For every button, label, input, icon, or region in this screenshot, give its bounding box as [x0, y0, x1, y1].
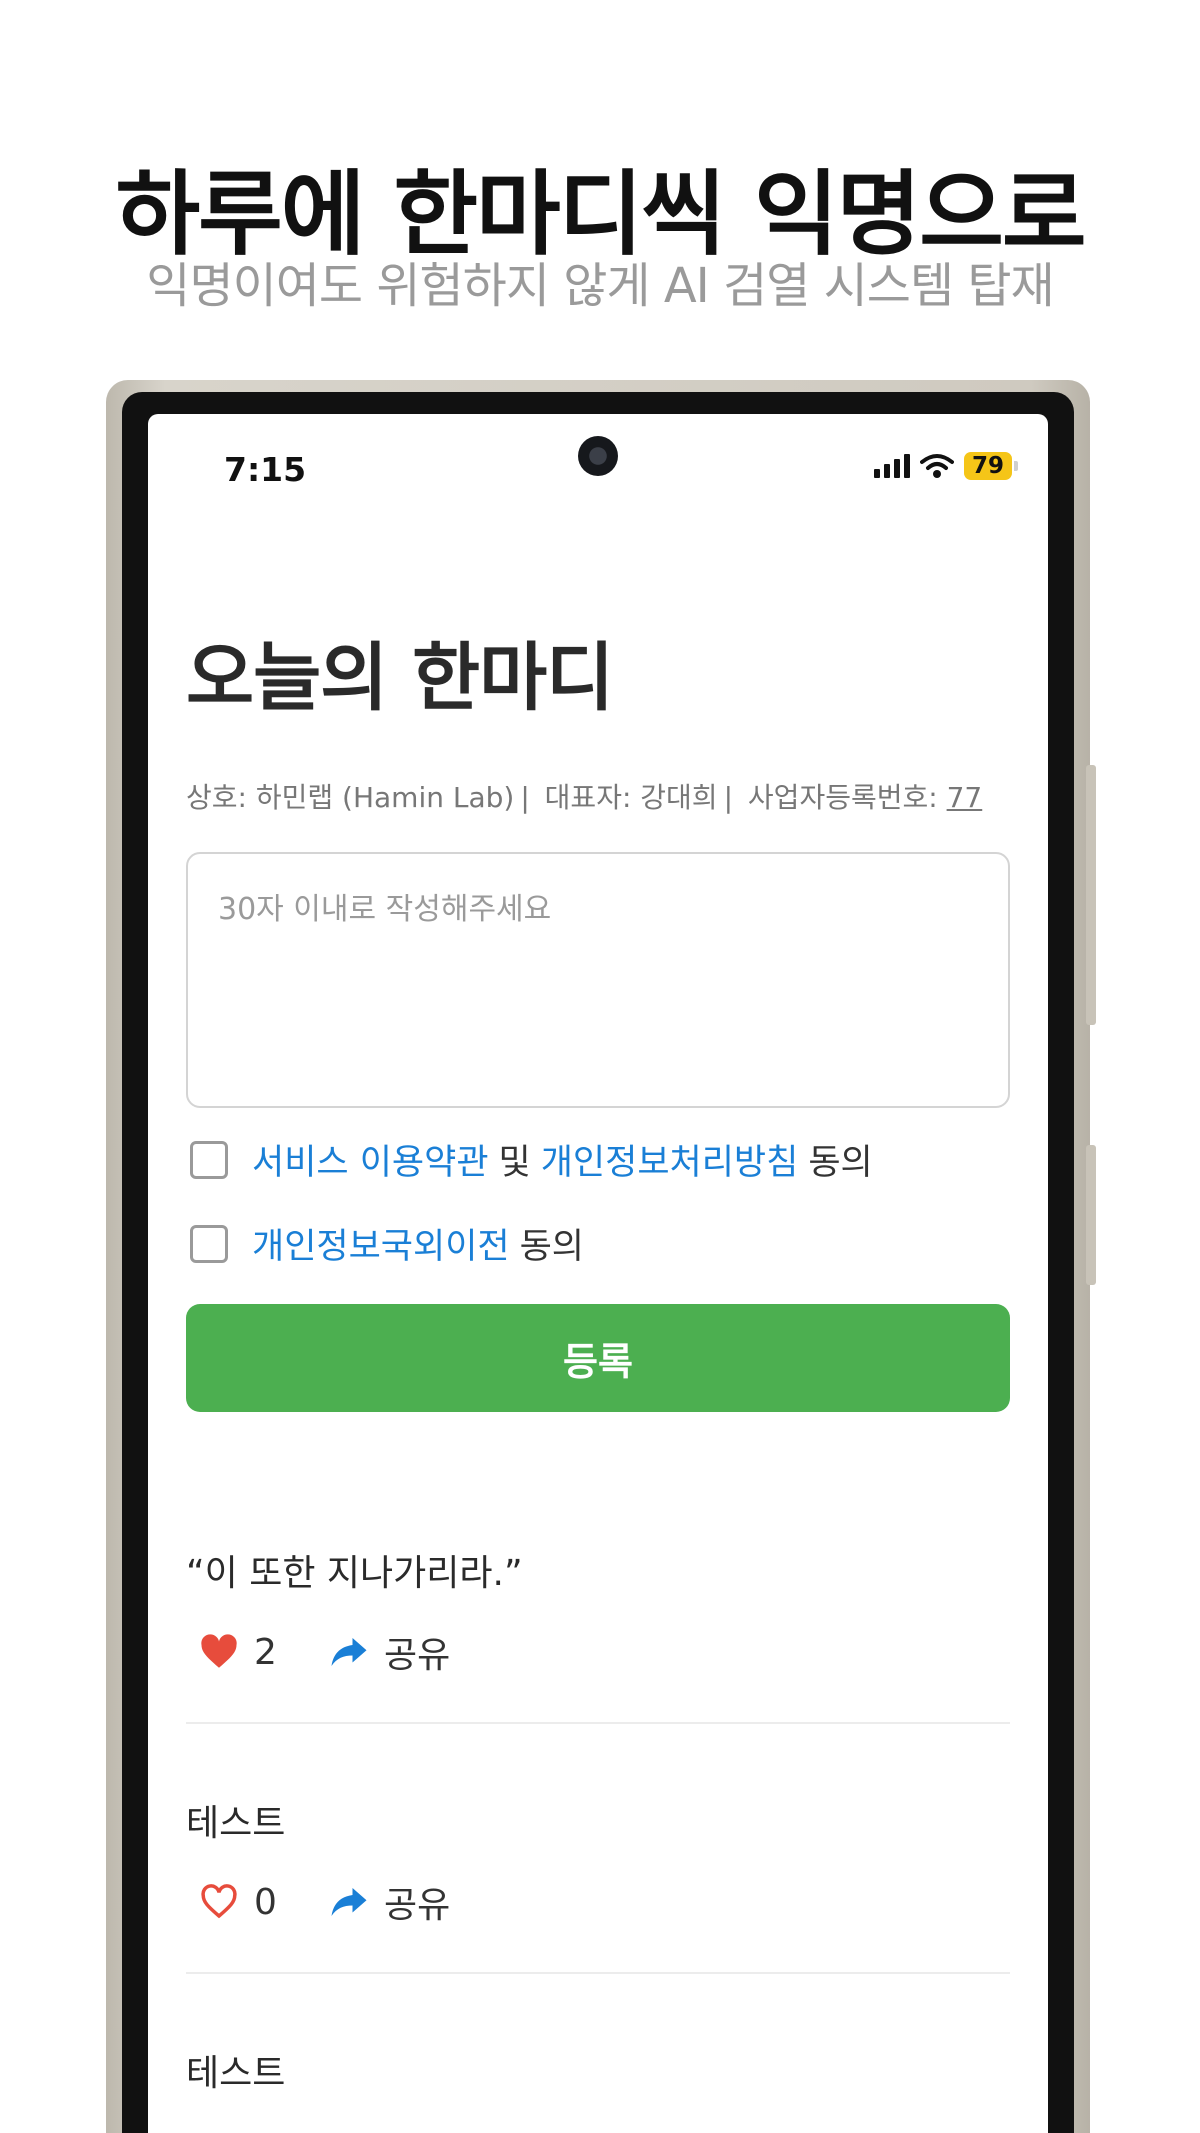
share-arrow-icon — [331, 1888, 367, 1916]
share-button[interactable]: 공유 — [328, 2126, 450, 2133]
wifi-icon — [919, 454, 954, 478]
share-label: 공유 — [384, 1885, 451, 1926]
post-item: 테스트 0 공유 — [186, 1794, 1010, 1974]
representative: 대표자: 강대희 — [544, 781, 718, 814]
submit-button[interactable]: 등록 — [186, 1304, 1010, 1412]
post-divider — [186, 1972, 1010, 1974]
battery-indicator: 79 — [963, 452, 1019, 480]
hero-subtitle: 익명이여도 위험하지 않게 AI 검열 시스템 탑재 — [146, 258, 1054, 314]
post-item: 테스트 0 공유 — [186, 2044, 1010, 2133]
post-actions: 2 공유 — [186, 1626, 1010, 1678]
overseas-transfer-link[interactable]: 개인정보국외이전 — [252, 1218, 510, 1269]
registration-label: 사업자등록번호: — [747, 781, 938, 814]
like-count: 2 — [254, 1631, 277, 1673]
post-actions: 0 공유 — [186, 1876, 1010, 1928]
share-button[interactable]: 공유 — [328, 1876, 450, 1928]
agreement-suffix: 동의 — [519, 1227, 585, 1267]
cellular-signal-icon — [873, 454, 910, 478]
registration-number-link[interactable]: 77 — [947, 781, 983, 814]
share-button[interactable]: 공유 — [328, 1626, 450, 1678]
post-text: 테스트 — [186, 1803, 286, 1844]
phone-side-button — [1086, 1145, 1096, 1285]
share-label: 공유 — [384, 2126, 450, 2133]
overseas-transfer-checkbox[interactable] — [190, 1224, 228, 1263]
like-button[interactable]: 2 — [198, 1631, 328, 1673]
terms-of-service-link[interactable]: 서비스 이용약관 — [252, 1134, 489, 1185]
status-time: 7:15 — [224, 450, 307, 489]
post-actions: 0 공유 — [186, 2126, 1010, 2133]
message-input[interactable] — [186, 852, 1010, 1108]
status-indicators: 79 — [873, 452, 1019, 480]
agreement-connector: 및 — [498, 1143, 531, 1183]
like-button[interactable]: 0 — [198, 1881, 328, 1923]
front-camera — [578, 436, 618, 476]
heart-outline-icon — [201, 1884, 237, 1919]
post-text: “이 또한 지나가리라.” — [186, 1553, 523, 1594]
phone-side-button — [1086, 765, 1096, 1025]
share-label: 공유 — [384, 1635, 451, 1676]
company-name: 상호: 하민랩 (Hamin Lab) — [186, 781, 515, 814]
page-title: 오늘의 한마디 — [186, 635, 614, 721]
privacy-policy-link[interactable]: 개인정보처리방침 — [541, 1134, 799, 1185]
share-arrow-icon — [331, 1638, 367, 1666]
agreement-terms-row: 서비스 이용약관 및 개인정보처리방침 동의 — [190, 1134, 873, 1185]
business-info: 상호: 하민랩 (Hamin Lab) | 대표자: 강대희 | 사업자등록번호: … — [186, 781, 983, 814]
like-count: 0 — [254, 1881, 277, 1923]
agreement-suffix: 동의 — [808, 1143, 873, 1183]
terms-checkbox[interactable] — [190, 1140, 228, 1179]
phone-screen: 7:15 79 오늘의 한마디 상호: 하민랩 (Hamin Lab) | 대표자… — [148, 414, 1048, 2133]
agreement-transfer-row: 개인정보국외이전 동의 — [190, 1218, 584, 1269]
post-item: “이 또한 지나가리라.” 2 공유 — [186, 1544, 1010, 1724]
heart-filled-icon — [201, 1634, 237, 1668]
post-divider — [186, 1722, 1010, 1724]
post-text: 테스트 — [186, 2053, 286, 2094]
